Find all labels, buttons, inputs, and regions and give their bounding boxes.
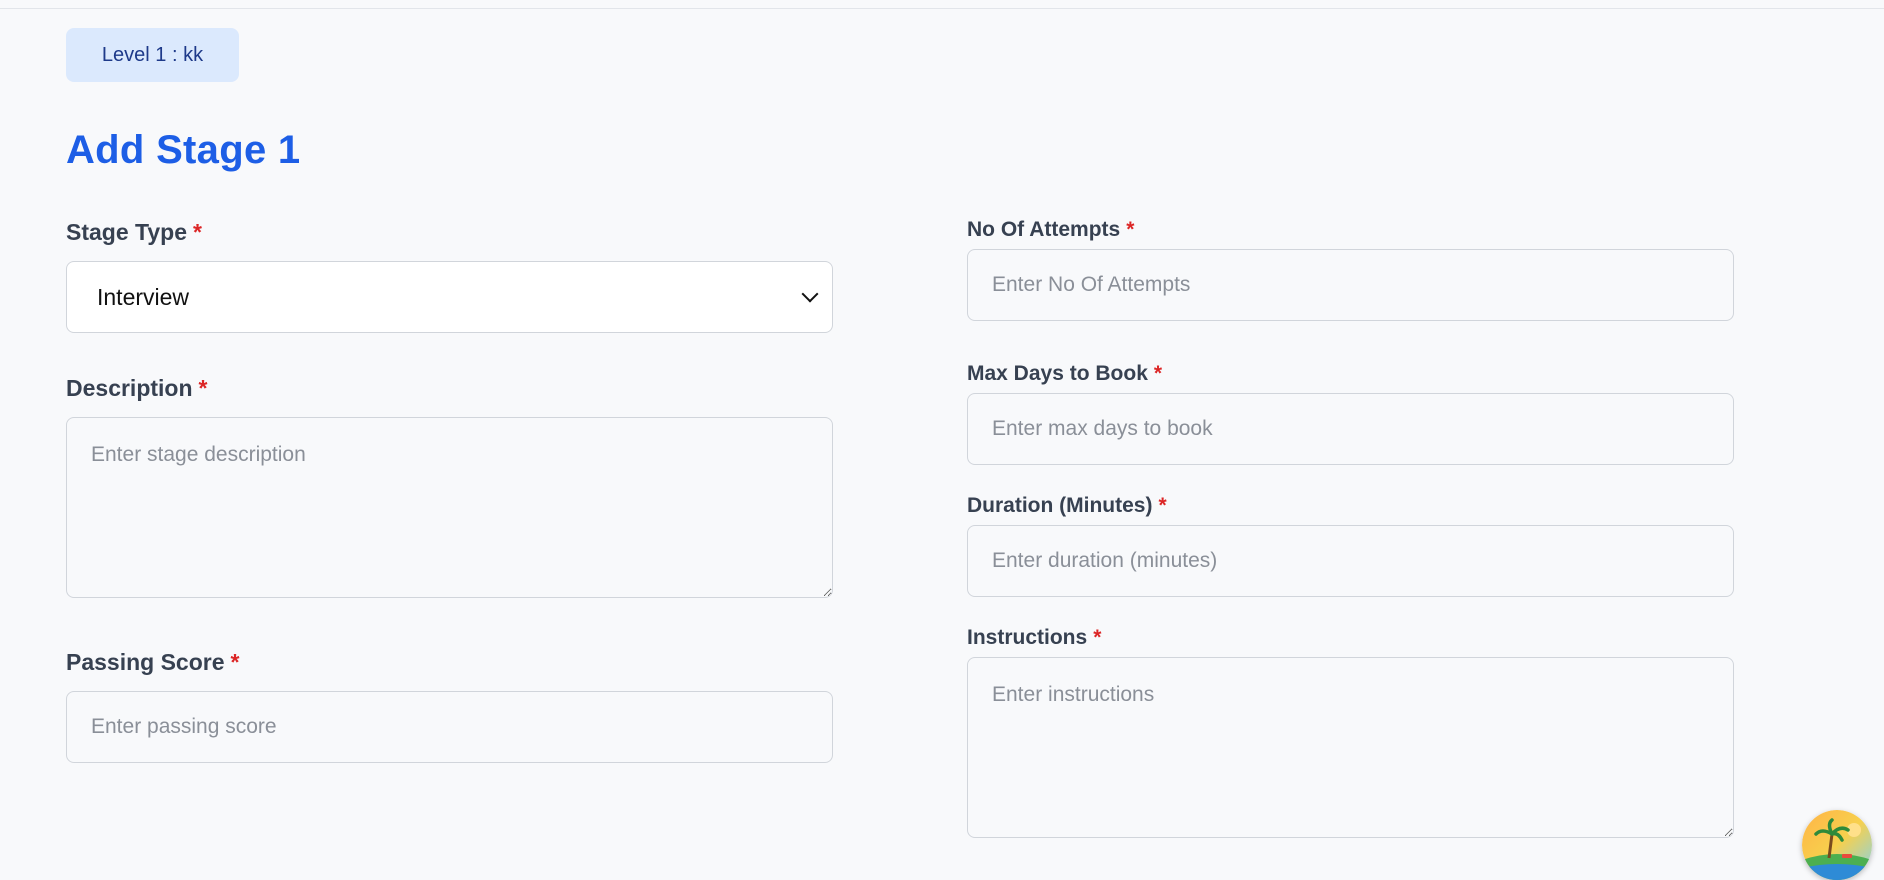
stage-type-label-text: Stage Type xyxy=(66,219,187,245)
description-label-text: Description xyxy=(66,375,193,401)
description-textarea[interactable] xyxy=(66,417,833,598)
beach-avatar-icon xyxy=(1802,810,1872,880)
no-of-attempts-label: No Of Attempts * xyxy=(967,217,1134,242)
instructions-label-text: Instructions xyxy=(967,626,1088,649)
stage-type-select[interactable]: Interview xyxy=(66,261,833,333)
stage-type-label: Stage Type * xyxy=(66,219,202,247)
level-badge-label: Level 1 : kk xyxy=(101,43,204,66)
required-marker: * xyxy=(230,649,240,675)
passing-score-label: Passing Score * xyxy=(66,649,239,677)
chevron-down-icon xyxy=(801,285,819,303)
required-marker: * xyxy=(1153,362,1163,385)
required-marker: * xyxy=(198,375,208,401)
max-days-to-book-input[interactable] xyxy=(967,393,1734,465)
passing-score-input[interactable] xyxy=(66,691,833,763)
duration-minutes-label-text: Duration (Minutes) xyxy=(967,494,1153,517)
instructions-label: Instructions * xyxy=(967,625,1101,650)
max-days-to-book-label: Max Days to Book * xyxy=(967,361,1162,386)
duration-minutes-label: Duration (Minutes) * xyxy=(967,493,1167,518)
no-of-attempts-label-text: No Of Attempts xyxy=(967,218,1121,241)
instructions-textarea[interactable] xyxy=(967,657,1734,838)
top-divider xyxy=(0,8,1884,9)
stage-type-selected-value: Interview xyxy=(97,283,190,310)
beach-avatar-button[interactable] xyxy=(1802,810,1872,880)
page-title: Add Stage 1 xyxy=(66,128,301,172)
level-badge: Level 1 : kk xyxy=(66,28,239,82)
duration-minutes-input[interactable] xyxy=(967,525,1734,597)
passing-score-label-text: Passing Score xyxy=(66,649,225,675)
required-marker: * xyxy=(1093,626,1102,649)
required-marker: * xyxy=(1158,494,1167,517)
no-of-attempts-input[interactable] xyxy=(967,249,1734,321)
max-days-to-book-label-text: Max Days to Book xyxy=(967,362,1148,385)
required-marker: * xyxy=(1126,218,1135,241)
required-marker: * xyxy=(193,219,202,245)
description-label: Description * xyxy=(66,375,207,403)
